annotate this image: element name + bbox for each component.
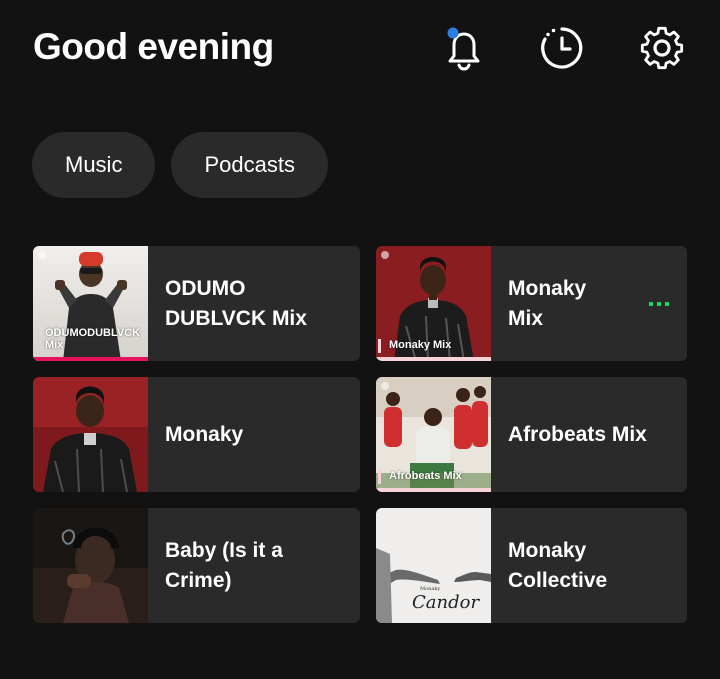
recents-icon (541, 27, 583, 69)
notifications-button[interactable] (438, 22, 490, 74)
settings-button[interactable] (636, 22, 688, 74)
filter-music[interactable]: Music (32, 132, 156, 198)
bell-icon (447, 27, 480, 71)
shortcut-baby-is-it-a-crime[interactable]: Baby (Is it a Crime) (33, 508, 360, 623)
shortcut-title: Monaky (165, 422, 244, 446)
shortcut-monaky-mix[interactable]: Monaky Mix Monaky Mix (376, 246, 687, 361)
filter-podcasts[interactable]: Podcasts (171, 132, 328, 198)
shortcuts-grid: ODUMODUBLVCK Mix ODUMO DUBLVCK Mix Monak… (33, 246, 687, 623)
filter-chips: Music Podcasts (32, 132, 328, 198)
cover-art: Monaky Mix (376, 246, 491, 361)
gear-icon (640, 26, 684, 70)
cover-accent-bar (376, 488, 491, 492)
cover-label: Monaky Mix (389, 339, 452, 351)
shortcut-odumo-dublvck-mix[interactable]: ODUMODUBLVCK Mix ODUMO DUBLVCK Mix (33, 246, 360, 361)
cover-art (33, 377, 148, 492)
cover-accent-mark (378, 470, 381, 484)
shortcut-monaky[interactable]: Monaky (33, 377, 360, 492)
now-playing-indicator-icon (649, 301, 669, 306)
shortcut-title: ODUMO DUBLVCK Mix (165, 276, 307, 330)
shortcut-monaky-collective[interactable]: Monaky Candor Monaky Collective (376, 508, 687, 623)
cover-art: Afrobeats Mix (376, 377, 491, 492)
cover-art (33, 508, 148, 623)
cover-art: Monaky Candor (376, 508, 491, 623)
spotify-badge-icon (38, 251, 46, 259)
greeting-title: Good evening (33, 26, 274, 67)
monaky-artist-image (33, 377, 148, 492)
baby-cover-image (33, 508, 148, 623)
cover-label: Afrobeats Mix (389, 470, 462, 482)
spotify-badge-icon (381, 382, 389, 390)
shortcut-title: Monaky Collective (508, 538, 608, 592)
top-header: Good evening (0, 0, 720, 100)
cover-art-script-text: Candor (412, 592, 480, 613)
cover-accent-bar (376, 357, 491, 361)
recents-button[interactable] (536, 22, 588, 74)
notification-dot (447, 27, 459, 39)
shortcut-afrobeats-mix[interactable]: Afrobeats Mix Afrobeats Mix (376, 377, 687, 492)
cover-art: ODUMODUBLVCK Mix (33, 246, 148, 361)
cover-accent-bar (33, 357, 148, 361)
spotify-badge-icon (381, 251, 389, 259)
cover-label: ODUMODUBLVCK Mix (45, 327, 141, 351)
cover-accent-mark (378, 339, 381, 353)
shortcut-title: Baby (Is it a Crime) (165, 538, 283, 592)
shortcut-title: Afrobeats Mix (508, 422, 647, 446)
